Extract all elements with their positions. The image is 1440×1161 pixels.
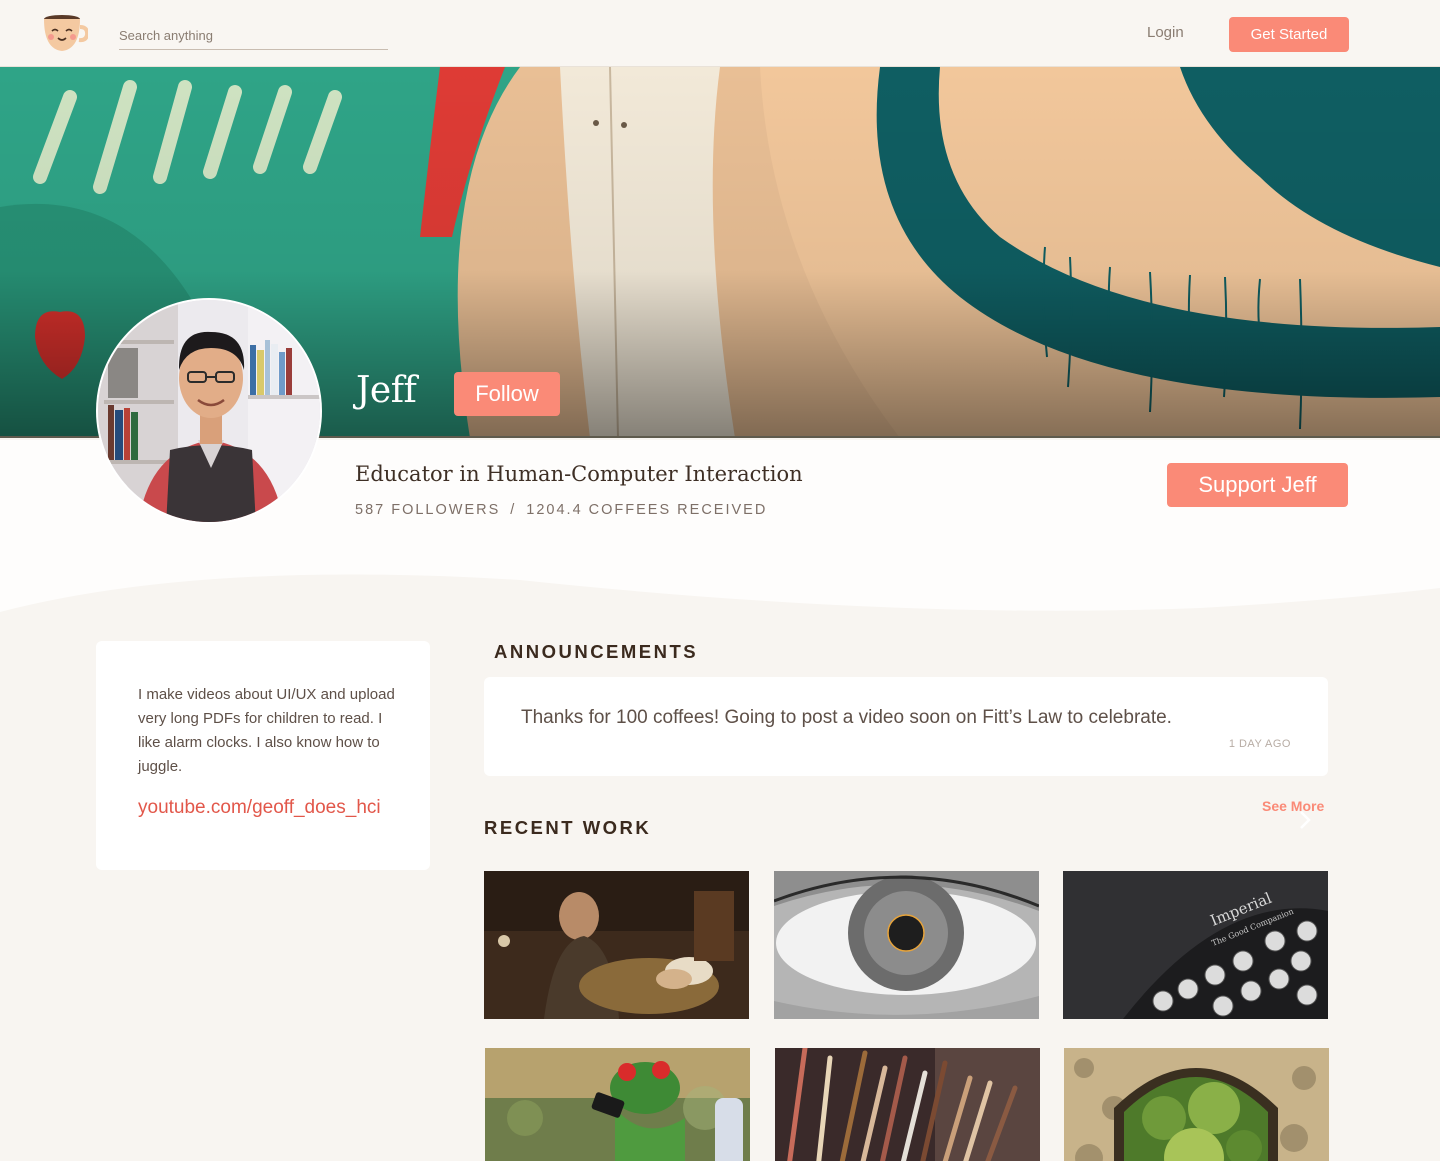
announcement-card: Thanks for 100 coffees! Going to post a … [484, 677, 1328, 776]
about-bio: I make videos about UI/UX and upload ver… [138, 686, 395, 775]
announcement-text: Thanks for 100 coffees! Going to post a … [521, 707, 1172, 728]
work-item-frog-figurine[interactable] [485, 1048, 750, 1161]
announcements-title: ANNOUNCEMENTS [494, 641, 699, 662]
login-link[interactable]: Login [1147, 24, 1184, 41]
support-button[interactable]: Support Jeff [1167, 463, 1348, 507]
work-item-eye-closeup[interactable] [774, 871, 1039, 1019]
announcement-time: 1 DAY AGO [1228, 738, 1291, 750]
profile-stats: 587 FOLLOWERS / 1204.4 COFFEES RECEIVED [355, 502, 767, 518]
stats-separator: / [510, 502, 517, 518]
about-card: I make videos about UI/UX and upload ver… [96, 641, 430, 870]
see-more-link[interactable]: See More [1262, 798, 1324, 814]
work-item-paint-brushes[interactable] [775, 1048, 1040, 1161]
work-item-painting-old-man[interactable] [484, 871, 749, 1019]
profile-tagline: Educator in Human-Computer Interaction [355, 462, 803, 486]
recent-work-title: RECENT WORK [484, 817, 652, 838]
followers-count[interactable]: 587 FOLLOWERS [355, 502, 500, 518]
avatar[interactable] [96, 298, 322, 524]
top-nav: Login Get Started [0, 0, 1440, 67]
profile-name: Jeff [356, 370, 417, 411]
follow-button[interactable]: Follow [454, 372, 560, 416]
work-item-typewriter[interactable]: Imperial The Good Companion [1063, 871, 1328, 1019]
coffee-cup-face-icon[interactable] [40, 13, 90, 55]
search-input[interactable] [119, 22, 388, 49]
search-field [119, 22, 388, 50]
section-wave-divider [0, 574, 1440, 640]
get-started-button[interactable]: Get Started [1229, 17, 1349, 52]
coffees-count: 1204.4 COFFEES RECEIVED [526, 502, 768, 518]
work-item-garden-arch[interactable] [1064, 1048, 1329, 1161]
about-link[interactable]: youtube.com/geoff_does_hci [138, 797, 381, 819]
chevron-right-icon[interactable] [1298, 810, 1312, 830]
